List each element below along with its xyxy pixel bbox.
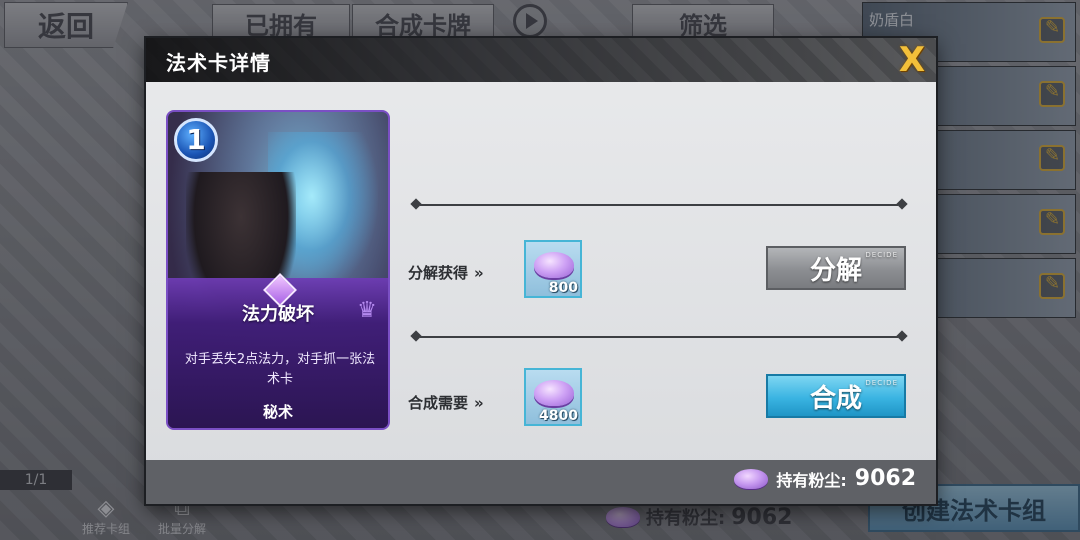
dust-icon xyxy=(534,252,574,278)
craft-cost-label: 合成需要 » xyxy=(408,392,484,413)
divider-line xyxy=(420,336,898,338)
decompose-amount: 800 xyxy=(548,280,578,296)
dust-icon xyxy=(734,468,769,489)
divider-line xyxy=(420,204,898,206)
close-icon[interactable]: X xyxy=(894,42,930,78)
decompose-dust-reward: 800 xyxy=(524,240,582,298)
modal-body: 1 法力破坏 ♛ 对手丢失2点法力，对手抓一张法术卡 秘术 分解获得» 800 … xyxy=(146,82,936,460)
divider xyxy=(410,330,908,342)
craft-amount: 4800 xyxy=(539,408,578,424)
modal-footer: 持有粉尘: 9062 xyxy=(146,460,936,504)
decompose-gain-text: 分解获得 xyxy=(408,264,469,282)
divider-end-icon xyxy=(896,198,908,210)
spell-type-icon: ♛ xyxy=(357,298,377,323)
spell-card-detail-modal: 法术卡详情 X 1 法力破坏 ♛ 对手丢失2点法力，对手抓一张法术卡 秘术 分解… xyxy=(146,38,936,504)
craft-button[interactable]: DECIDE 合成 xyxy=(766,374,906,418)
decompose-button[interactable]: DECIDE 分解 xyxy=(766,246,906,290)
divider-end-icon xyxy=(896,330,908,342)
owned-dust-counter: 持有粉尘: 9062 xyxy=(734,466,916,491)
decompose-gain-label: 分解获得 » xyxy=(408,262,484,283)
craft-button-label: 合成 xyxy=(809,383,862,414)
spell-card: 1 法力破坏 ♛ 对手丢失2点法力，对手抓一张法术卡 秘术 xyxy=(166,110,390,430)
dust-icon xyxy=(534,380,574,406)
button-tag: DECIDE xyxy=(865,251,898,259)
owned-dust-value: 9062 xyxy=(854,466,916,491)
decompose-button-label: 分解 xyxy=(809,255,862,286)
owned-dust-label: 持有粉尘: xyxy=(776,470,847,490)
craft-dust-cost: 4800 xyxy=(524,368,582,426)
modal-header: 法术卡详情 X xyxy=(146,38,936,82)
modal-title: 法术卡详情 xyxy=(166,51,271,75)
double-chevron-icon: » xyxy=(474,264,484,282)
button-tag: DECIDE xyxy=(865,379,898,387)
card-cost: 1 xyxy=(174,118,218,162)
craft-cost-text: 合成需要 xyxy=(408,394,469,412)
card-description: 对手丢失2点法力，对手抓一张法术卡 xyxy=(184,352,376,387)
divider xyxy=(410,198,908,210)
double-chevron-icon: » xyxy=(474,394,484,412)
card-category: 秘术 xyxy=(262,403,293,421)
